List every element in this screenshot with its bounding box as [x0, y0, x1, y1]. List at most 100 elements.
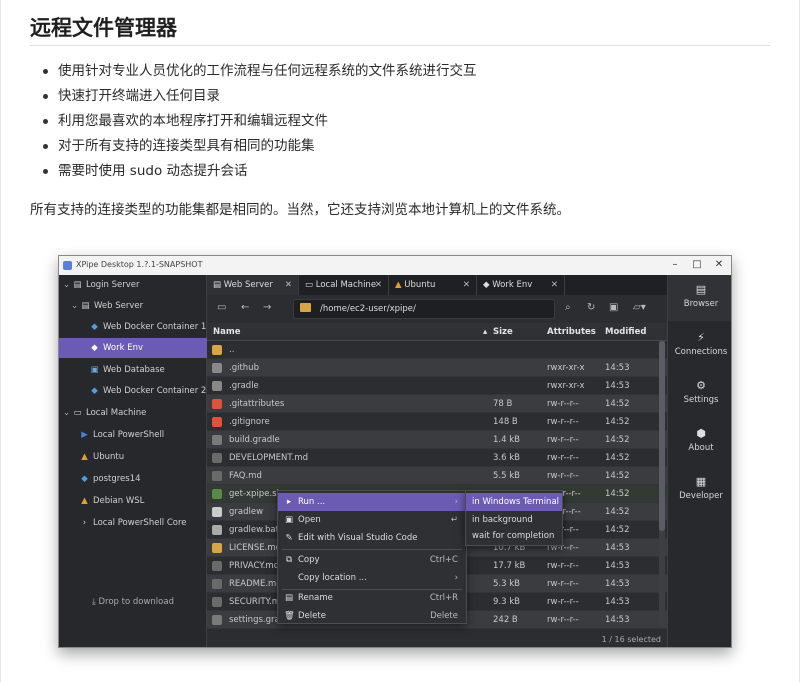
- menu-label: Edit with Visual Studio Code: [298, 533, 418, 543]
- git-icon: [212, 399, 222, 409]
- menu-label: Delete: [298, 611, 326, 621]
- nav-connections[interactable]: ⚡ Connections: [668, 325, 731, 371]
- menu-shortcut: Ctrl+R: [429, 593, 458, 603]
- tree-item-ubuntu[interactable]: ▲ Ubuntu: [79, 447, 207, 467]
- nav-browser[interactable]: ▤ Browser: [668, 275, 731, 321]
- close-icon[interactable]: ✕: [463, 275, 470, 295]
- tree-item-label: postgres14: [93, 474, 141, 484]
- table-row[interactable]: FAQ.md 5.5 kB rw-r--r-- 14:52: [207, 467, 667, 485]
- menu-divider: [282, 549, 462, 550]
- path-input[interactable]: /home/ec2-user/xpipe/: [293, 299, 555, 319]
- tree-item-web-docker-2[interactable]: ◆ Web Docker Container 2: [89, 381, 207, 401]
- close-icon[interactable]: ✕: [709, 258, 729, 272]
- nav-about[interactable]: ⬢ About: [668, 421, 731, 467]
- column-header-name[interactable]: Name: [213, 327, 240, 337]
- feature-item: 利用您最喜欢的本地程序打开和编辑远程文件: [40, 110, 477, 135]
- scrollbar-thumb[interactable]: [659, 341, 665, 531]
- feature-item: 对于所有支持的连接类型具有相同的功能集: [40, 135, 477, 160]
- table-row[interactable]: .gradle rwxr-xr-x 14:53: [207, 377, 667, 395]
- search-icon[interactable]: ⌕: [565, 302, 571, 313]
- tree-item-local-powershell-core[interactable]: › Local PowerShell Core: [79, 513, 207, 533]
- browser-toolbar: ▭ ← → /home/ec2-user/xpipe/ ⌕ ↻ ▣ ▱▾: [207, 295, 667, 323]
- tab-web-server[interactable]: ▤ Web Server ✕: [207, 275, 299, 295]
- file-size: 5.3 kB: [493, 579, 520, 589]
- menu-item-edit-vscode[interactable]: ✎ Edit with Visual Studio Code: [278, 529, 466, 547]
- run-submenu: in Windows Terminal in background wait f…: [465, 490, 563, 546]
- tree-item-label: Local PowerShell: [93, 430, 165, 440]
- drop-to-download-zone[interactable]: ⤓ Drop to download: [59, 597, 207, 607]
- tree-item-local-machine[interactable]: ⌄ ▭ Local Machine: [63, 403, 207, 423]
- tree-item-work-env[interactable]: ◆ Work Env: [59, 338, 207, 358]
- submenu-item-windows-terminal[interactable]: in Windows Terminal: [466, 493, 562, 511]
- sort-up-icon[interactable]: ▴: [483, 327, 487, 337]
- chevron-down-icon: ⌄: [71, 301, 79, 311]
- close-icon[interactable]: ✕: [285, 275, 292, 295]
- nav-label: Connections: [674, 347, 728, 357]
- docker-icon: ◆: [91, 322, 98, 332]
- menu-item-run[interactable]: ▸ Run ... ›: [278, 493, 466, 511]
- file-attributes: rwxr-xr-x: [547, 381, 585, 391]
- maximize-icon[interactable]: □: [687, 258, 707, 272]
- table-row[interactable]: DEVELOPMENT.md 3.6 kB rw-r--r-- 14:52: [207, 449, 667, 467]
- file-icon: [212, 507, 222, 517]
- tree-item-postgres14[interactable]: ◆ postgres14: [79, 469, 207, 489]
- table-row[interactable]: .gitattributes 78 B rw-r--r-- 14:52: [207, 395, 667, 413]
- folder-icon: [300, 303, 311, 312]
- submenu-arrow-icon: ›: [454, 573, 458, 583]
- monitor-icon[interactable]: ▭: [217, 302, 226, 313]
- close-icon[interactable]: ✕: [375, 275, 382, 295]
- file-size: 17.7 kB: [493, 561, 526, 571]
- server-icon: ▤: [81, 301, 90, 311]
- table-row[interactable]: build.gradle 1.4 kB rw-r--r-- 14:52: [207, 431, 667, 449]
- tree-item-web-database[interactable]: ▣ Web Database: [89, 360, 207, 380]
- menu-item-copy[interactable]: ⧉ Copy Ctrl+C: [278, 551, 466, 569]
- gear-file-icon: [212, 525, 222, 535]
- tree-item-login-server[interactable]: ⌄ ▤ Login Server: [63, 275, 207, 295]
- column-header-attributes[interactable]: Attributes: [547, 327, 596, 337]
- vertical-scrollbar[interactable]: [659, 341, 665, 626]
- submenu-item-wait[interactable]: wait for completion: [466, 527, 562, 545]
- table-row[interactable]: .github rwxr-xr-x 14:53: [207, 359, 667, 377]
- close-icon[interactable]: ✕: [551, 275, 558, 295]
- file-modified: 14:52: [605, 453, 630, 463]
- file-modified: 14:53: [605, 579, 630, 589]
- file-attributes: rw-r--r--: [547, 597, 579, 607]
- terminal-icon[interactable]: ▣: [609, 302, 618, 313]
- column-header-size[interactable]: Size: [493, 327, 513, 337]
- file-modified: 14:53: [605, 561, 630, 571]
- tree-item-label: Debian WSL: [93, 496, 145, 506]
- tree-item-debian-wsl[interactable]: ▲ Debian WSL: [79, 491, 207, 511]
- git-icon: [212, 417, 222, 427]
- tab-local-machine[interactable]: ▭ Local Machine ✕: [299, 275, 389, 295]
- menu-item-open[interactable]: ▣ Open ↵: [278, 511, 466, 529]
- docker-icon: ◆: [483, 280, 493, 290]
- column-header-modified[interactable]: Modified: [605, 327, 646, 337]
- menu-item-rename[interactable]: ▤ Rename Ctrl+R: [278, 589, 466, 607]
- file-modified: 14:53: [605, 543, 630, 553]
- menu-label: Copy: [298, 555, 320, 565]
- back-arrow-icon[interactable]: ←: [241, 302, 249, 313]
- tab-work-env[interactable]: ◆ Work Env ✕: [477, 275, 565, 295]
- connections-icon: ⚡: [697, 331, 705, 344]
- summary-text: 所有支持的连接类型的功能集都是相同的。当然，它还支持浏览本地计算机上的文件系统。: [30, 202, 570, 218]
- table-row[interactable]: .gitignore 148 B rw-r--r-- 14:52: [207, 413, 667, 431]
- folder-icon: [212, 345, 222, 355]
- nav-settings[interactable]: ⚙ Settings: [668, 373, 731, 419]
- file-name: FAQ.md: [229, 471, 262, 481]
- table-row[interactable]: ..: [207, 341, 667, 359]
- nav-developer[interactable]: ▦ Developer: [668, 469, 731, 515]
- tree-item-local-powershell[interactable]: ▶ Local PowerShell: [79, 425, 207, 445]
- right-nav: ▤ Browser ⚡ Connections ⚙ Settings ⬢ About ▦…: [667, 275, 731, 647]
- menu-label: Copy location ...: [298, 573, 367, 583]
- forward-arrow-icon[interactable]: →: [263, 302, 271, 313]
- minimize-icon[interactable]: –: [665, 258, 685, 272]
- new-folder-icon[interactable]: ▱▾: [633, 302, 646, 313]
- tree-item-web-docker-1[interactable]: ◆ Web Docker Container 1: [89, 317, 207, 337]
- tree-item-web-server[interactable]: ⌄ ▤ Web Server: [71, 296, 207, 316]
- refresh-icon[interactable]: ↻: [587, 302, 595, 313]
- menu-item-copy-location[interactable]: Copy location ... ›: [278, 569, 466, 587]
- tab-ubuntu[interactable]: ▲ Ubuntu ✕: [389, 275, 477, 295]
- selection-count: 1 / 16 selected: [601, 635, 661, 644]
- nav-label: Browser: [683, 299, 719, 309]
- menu-item-delete[interactable]: 🗑 Delete Delete: [278, 607, 466, 625]
